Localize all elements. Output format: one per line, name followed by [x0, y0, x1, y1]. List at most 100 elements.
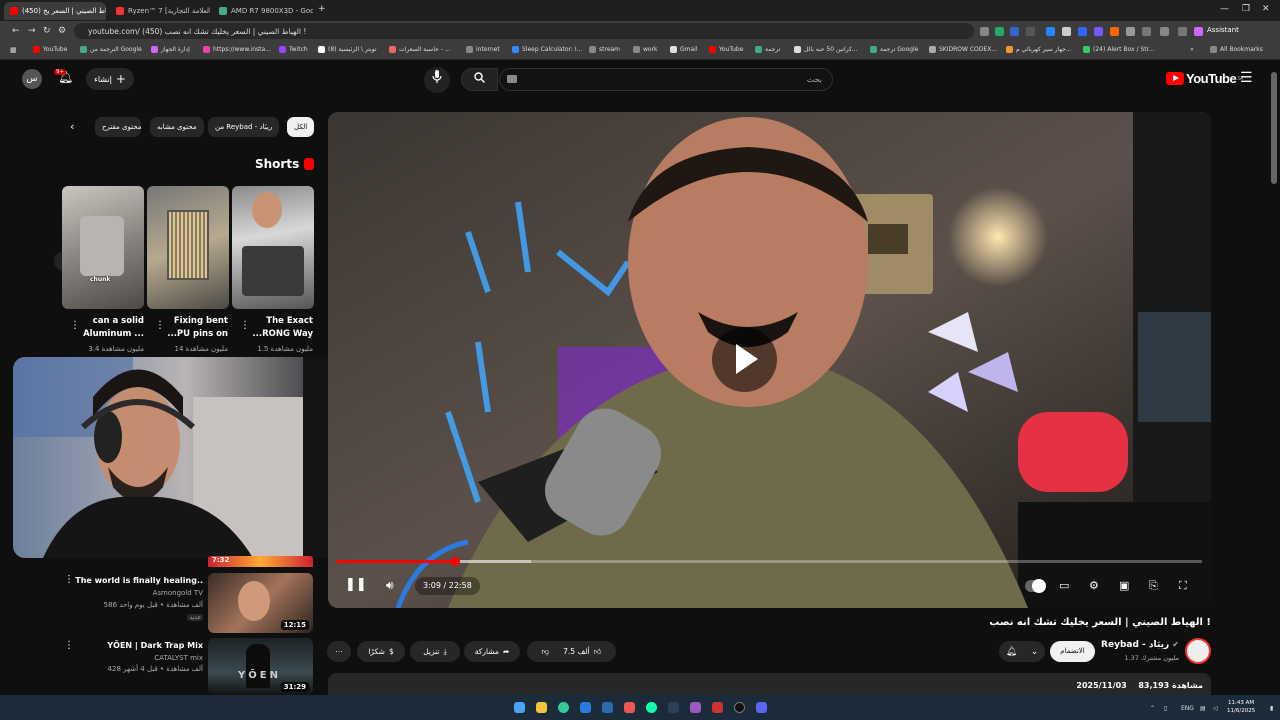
- download-icon[interactable]: [1142, 27, 1151, 36]
- keyboard-icon[interactable]: [507, 75, 517, 83]
- star-bookmark-icon[interactable]: [980, 27, 989, 36]
- channel-avatar[interactable]: [1185, 638, 1211, 664]
- brave-icon[interactable]: [624, 702, 635, 713]
- site-info-icon[interactable]: ⚙: [58, 26, 66, 36]
- chip-from-channel[interactable]: من Reybad - ريبَاد: [208, 117, 280, 137]
- short-thumbnail[interactable]: [232, 186, 314, 309]
- chip-similar[interactable]: محتوى مشابه: [150, 117, 204, 137]
- extensions-puzzle-icon[interactable]: [1126, 27, 1135, 36]
- more-bookmarks-icon[interactable]: »: [1190, 46, 1194, 53]
- side-panel-icon[interactable]: [1178, 27, 1187, 36]
- app-icon[interactable]: [646, 702, 657, 713]
- bookmark-item[interactable]: ترجمة: [755, 46, 780, 53]
- rec-title[interactable]: The world is finally healing..: [75, 576, 203, 585]
- system-clock[interactable]: 11:43 AM 11/6/2025: [1227, 699, 1255, 715]
- profile-icon[interactable]: [1160, 27, 1169, 36]
- extension-icon[interactable]: [1110, 27, 1119, 36]
- short-thumbnail[interactable]: [147, 186, 229, 309]
- extension-icon[interactable]: [1062, 27, 1071, 36]
- avatar[interactable]: س: [22, 69, 42, 89]
- short-title[interactable]: Fixing bent ...PU pins on: [166, 315, 228, 341]
- reload-icon[interactable]: ↻: [43, 26, 51, 36]
- rec-more-icon[interactable]: ⋮: [64, 574, 74, 585]
- extension-icon[interactable]: [1094, 27, 1103, 36]
- short-title[interactable]: can a solid Aluminum ...: [82, 315, 144, 341]
- rec-thumbnail[interactable]: 12:15: [208, 573, 313, 633]
- progress-scrubber-handle[interactable]: [450, 557, 460, 566]
- cast-icon[interactable]: ⎘: [1149, 579, 1158, 593]
- forward-icon[interactable]: →: [28, 26, 36, 36]
- bookmark-item[interactable]: جهاز سير كهربائي م...: [1006, 46, 1072, 53]
- bookmark-item[interactable]: Gmail: [670, 46, 698, 53]
- scrollbar-thumb[interactable]: [1271, 72, 1277, 184]
- input-language[interactable]: ENG: [1181, 705, 1194, 712]
- bookmark-item[interactable]: Sleep Calculator: I...: [512, 46, 582, 53]
- tray-icon[interactable]: ▯: [1164, 705, 1167, 712]
- back-icon[interactable]: ←: [12, 26, 20, 36]
- assistant-icon[interactable]: [1194, 27, 1203, 36]
- short-thumbnail[interactable]: chunk: [62, 186, 144, 309]
- create-button[interactable]: إنشاء +: [86, 68, 134, 90]
- rec-title[interactable]: YŌEN | Dark Trap Mix: [107, 641, 203, 650]
- join-button[interactable]: الانضمام: [1050, 641, 1095, 662]
- bookmark-item[interactable]: stream: [589, 46, 620, 53]
- dislike-icon[interactable]: 👎︎: [542, 647, 550, 657]
- short-more-icon[interactable]: ⋮: [240, 320, 250, 331]
- bookmark-item[interactable]: كراتين 50 حبه بالل...: [794, 46, 858, 53]
- fullscreen-icon[interactable]: ⛶: [1179, 579, 1187, 593]
- bookmark-item[interactable]: YouTube: [709, 46, 743, 53]
- chips-prev-chevron-icon[interactable]: ‹: [70, 120, 74, 133]
- network-icon[interactable]: ▤: [1200, 705, 1206, 712]
- short-more-icon[interactable]: ⋮: [70, 320, 80, 331]
- edge-icon[interactable]: [580, 702, 591, 713]
- bookmark-item[interactable]: تويتر \ الرئيسية (8): [318, 46, 376, 53]
- more-actions-icon[interactable]: ⋯: [327, 641, 351, 662]
- minimize-icon[interactable]: —: [1220, 4, 1229, 14]
- rec-channel[interactable]: CATALYST mix: [154, 654, 203, 662]
- chip-all[interactable]: الكل: [287, 117, 315, 137]
- app-icon-active[interactable]: [690, 702, 701, 713]
- speaker-icon[interactable]: ◁: [1213, 705, 1218, 712]
- subtitles-icon[interactable]: ▭: [1059, 579, 1069, 592]
- voice-search-icon[interactable]: [424, 67, 450, 93]
- bookmark-item[interactable]: internet: [466, 46, 500, 53]
- short-title[interactable]: The Exact ...RONG Way: [251, 315, 313, 341]
- pause-icon[interactable]: ❚❚: [345, 577, 367, 592]
- browser-tab-active[interactable]: (450) الهياط الصيني | السعر يخ: [4, 2, 106, 20]
- rec-more-icon[interactable]: ⋮: [64, 640, 74, 651]
- url-field[interactable]: youtube.com/ (450) الهياط الصيني | السعر…: [74, 23, 974, 39]
- bookmark-item[interactable]: SKIDROW CODEX...: [929, 46, 997, 53]
- youtube-logo[interactable]: YouTube SA: [1166, 71, 1243, 86]
- download-button[interactable]: تنزيل ⤓: [410, 641, 460, 662]
- extension-icon[interactable]: [1046, 27, 1055, 36]
- chip-suggested[interactable]: محتوى مقترح: [95, 117, 141, 137]
- rec-thumbnail[interactable]: YŌEN 31:29: [208, 638, 313, 695]
- tray-chevron-icon[interactable]: ⌃: [1150, 705, 1155, 712]
- channel-name[interactable]: Reybad - ريبَاد ✔: [1101, 640, 1179, 650]
- windows-start-icon[interactable]: [514, 702, 525, 713]
- chrome-icon[interactable]: [558, 702, 569, 713]
- bookmark-item[interactable]: إدارة الجهاز: [151, 46, 190, 53]
- obs-icon[interactable]: [734, 702, 745, 713]
- assistant-button[interactable]: Assistant: [1207, 26, 1239, 34]
- bookmark-item[interactable]: Twitch: [279, 46, 308, 53]
- new-tab-button[interactable]: +: [318, 4, 326, 14]
- thanks-button[interactable]: شكرًا $: [357, 641, 405, 662]
- share-button[interactable]: مشاركة ➦: [464, 641, 520, 662]
- settings-gear-icon[interactable]: ⚙: [1089, 579, 1099, 592]
- autoplay-toggle[interactable]: [1025, 579, 1046, 593]
- theater-mode-icon[interactable]: ▣: [1119, 579, 1129, 592]
- bookmark-item[interactable]: work: [633, 46, 658, 53]
- browser-tab[interactable]: AMD R7 9800X3D - Google S: [213, 2, 313, 20]
- bookmark-item[interactable]: ترجمة Google: [870, 46, 918, 53]
- app-icon[interactable]: [756, 702, 767, 713]
- volume-icon[interactable]: 🔊︎: [386, 578, 394, 593]
- apps-grid-icon[interactable]: ▦: [10, 46, 17, 54]
- bookmark-item[interactable]: https://www.insta...: [203, 46, 271, 53]
- search-button[interactable]: [461, 68, 498, 91]
- store-icon[interactable]: [602, 702, 613, 713]
- extension-icon[interactable]: [1026, 27, 1035, 36]
- big-play-button[interactable]: [712, 327, 777, 392]
- bookmark-item[interactable]: YouTube: [33, 46, 67, 53]
- notifications-icon[interactable]: ▮: [1270, 705, 1273, 712]
